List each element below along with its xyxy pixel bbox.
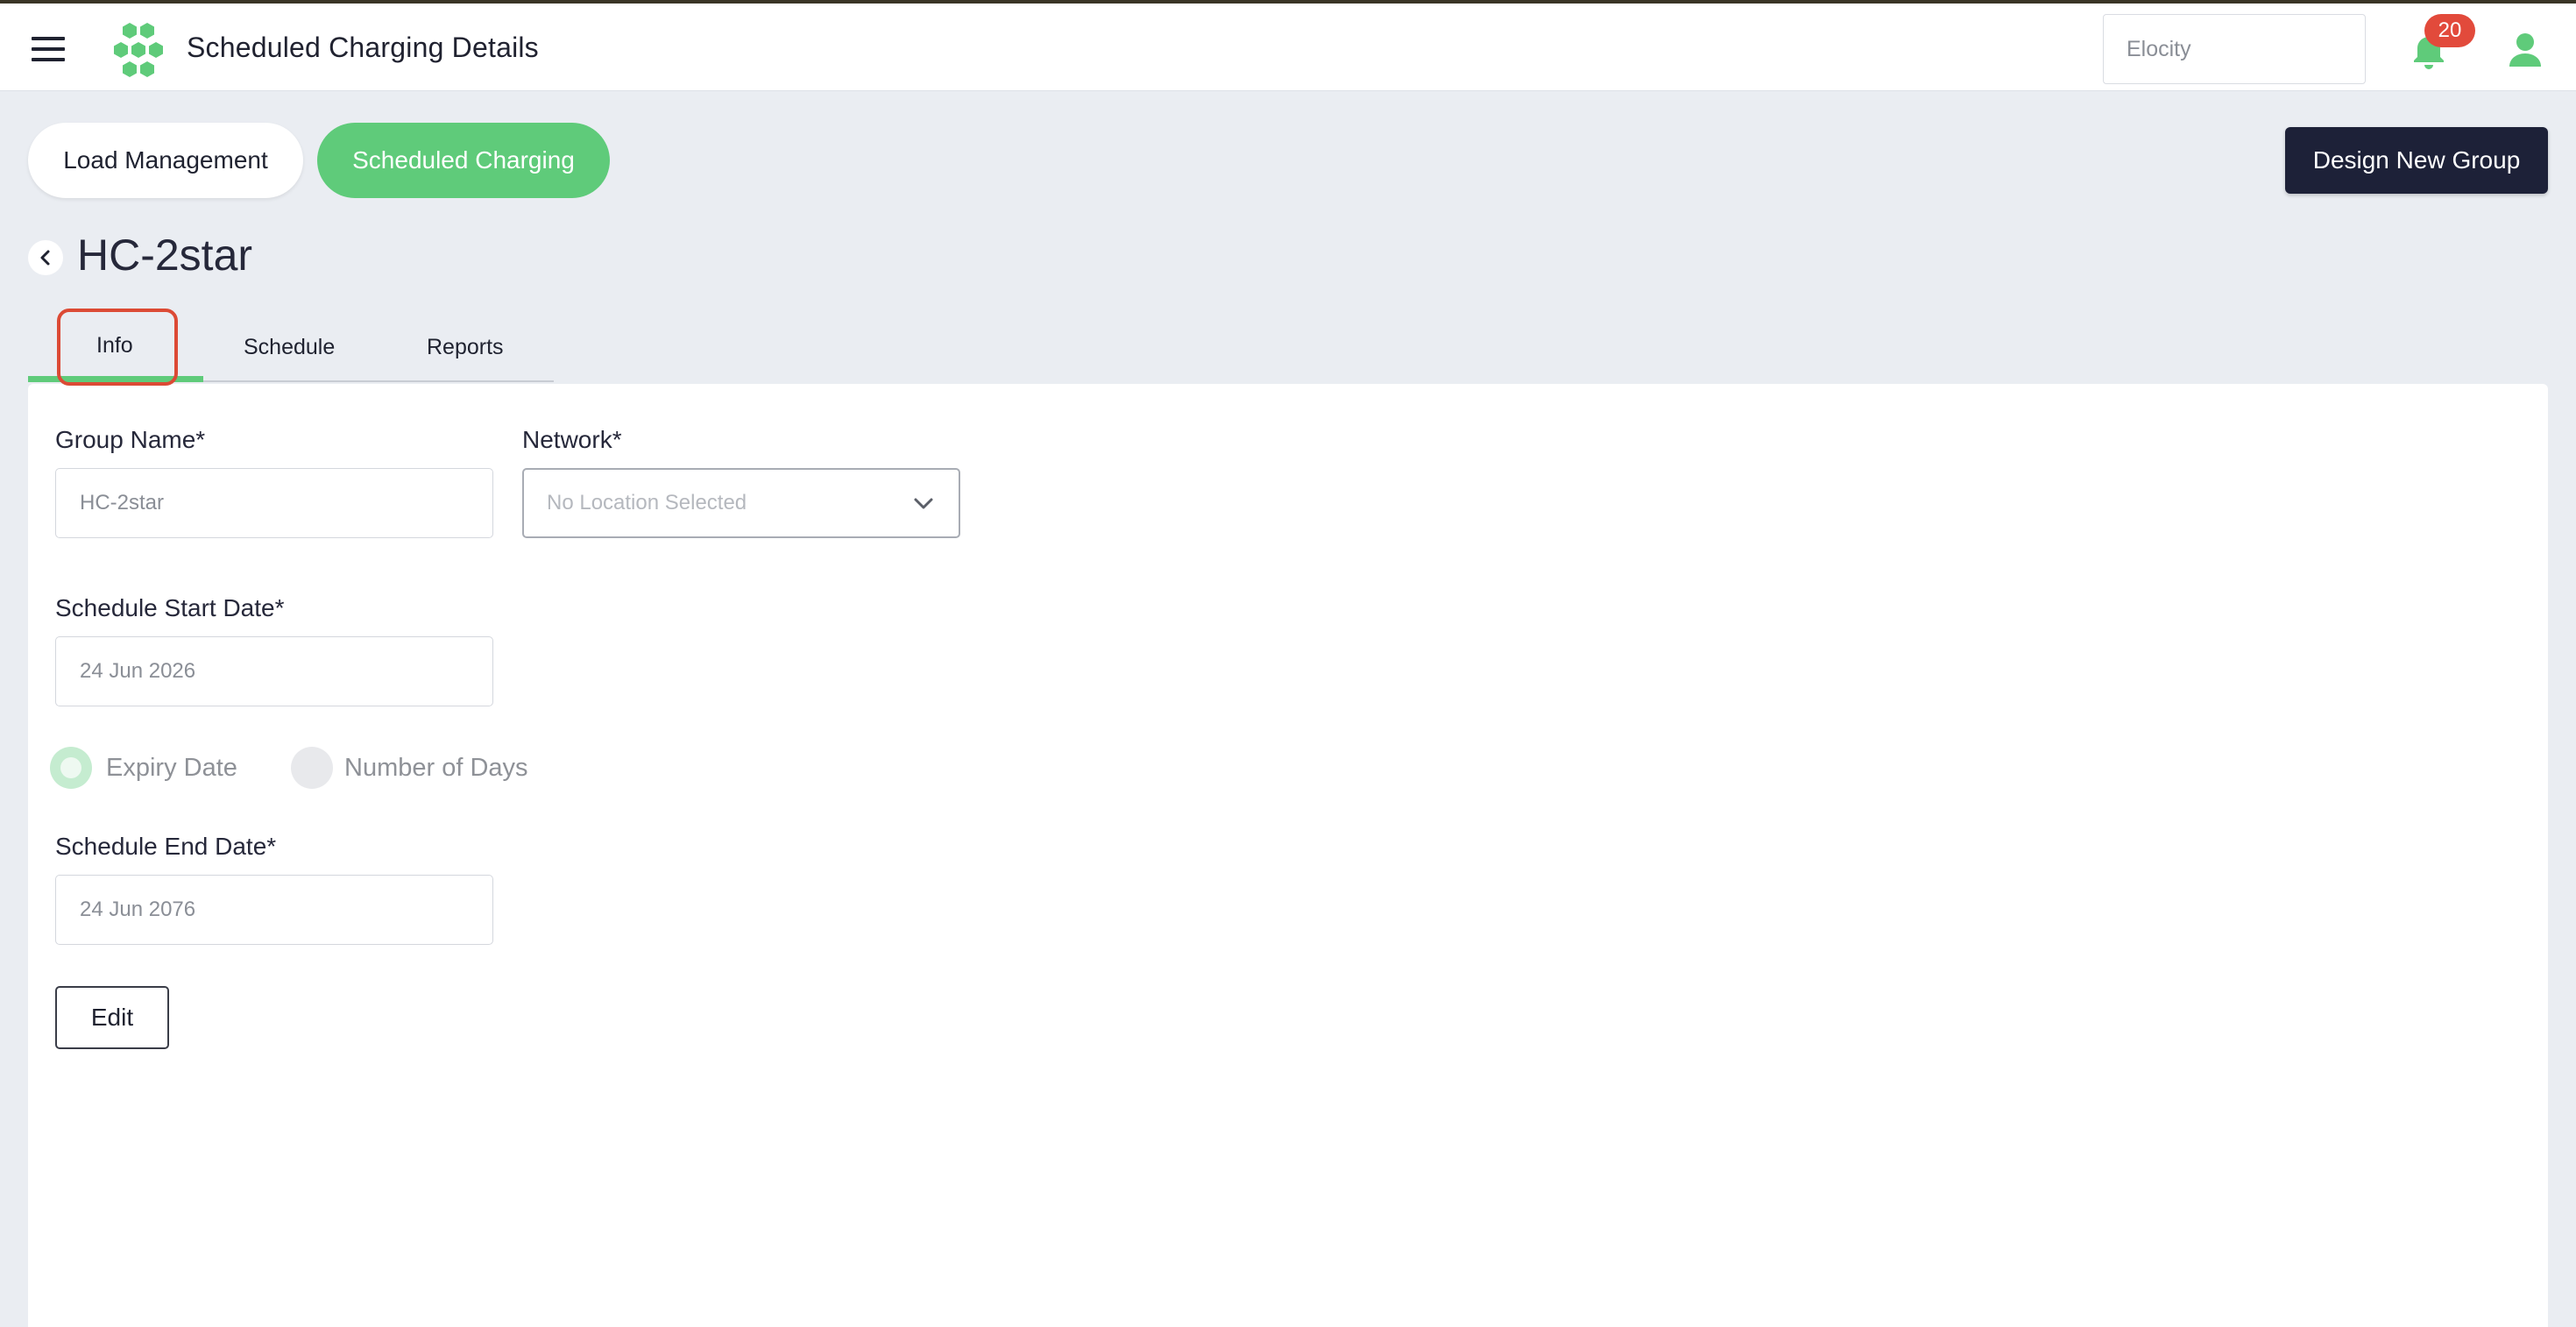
tab-highlight-outline	[57, 309, 178, 386]
tab-reports[interactable]: Reports	[427, 335, 504, 360]
end-date-field[interactable]	[55, 875, 493, 945]
end-date-label: Schedule End Date*	[55, 833, 277, 860]
group-title: HC-2star	[77, 231, 253, 280]
number-of-days-radio[interactable]	[291, 747, 333, 789]
chevron-left-icon	[40, 250, 50, 266]
chevron-down-icon	[914, 498, 933, 509]
tab-schedule[interactable]: Schedule	[244, 335, 335, 360]
number-of-days-radio-label: Number of Days	[344, 754, 528, 782]
user-icon[interactable]	[2508, 32, 2543, 68]
design-new-group-button[interactable]: Design New Group	[2285, 127, 2548, 194]
tab-scheduled-charging[interactable]: Scheduled Charging	[317, 123, 610, 198]
network-label: Network*	[522, 426, 622, 453]
start-date-field[interactable]	[55, 636, 493, 706]
menu-icon[interactable]	[32, 37, 65, 61]
expiry-date-radio[interactable]	[50, 747, 92, 789]
group-name-label: Group Name*	[55, 426, 206, 453]
network-select-value: No Location Selected	[547, 491, 747, 514]
back-button[interactable]	[28, 240, 63, 275]
tab-load-management[interactable]: Load Management	[28, 123, 303, 198]
page-title: Scheduled Charging Details	[187, 32, 539, 63]
group-name-field[interactable]	[55, 468, 493, 538]
organization-search-input[interactable]	[2103, 14, 2366, 84]
edit-button[interactable]: Edit	[55, 986, 169, 1049]
logo-icon	[114, 23, 163, 77]
expiry-date-radio-label: Expiry Date	[106, 754, 237, 782]
start-date-label: Schedule Start Date*	[55, 594, 285, 621]
top-bar: Scheduled Charging Details 20	[0, 0, 2576, 91]
network-select[interactable]: No Location Selected	[522, 468, 960, 538]
notification-badge: 20	[2424, 14, 2475, 47]
